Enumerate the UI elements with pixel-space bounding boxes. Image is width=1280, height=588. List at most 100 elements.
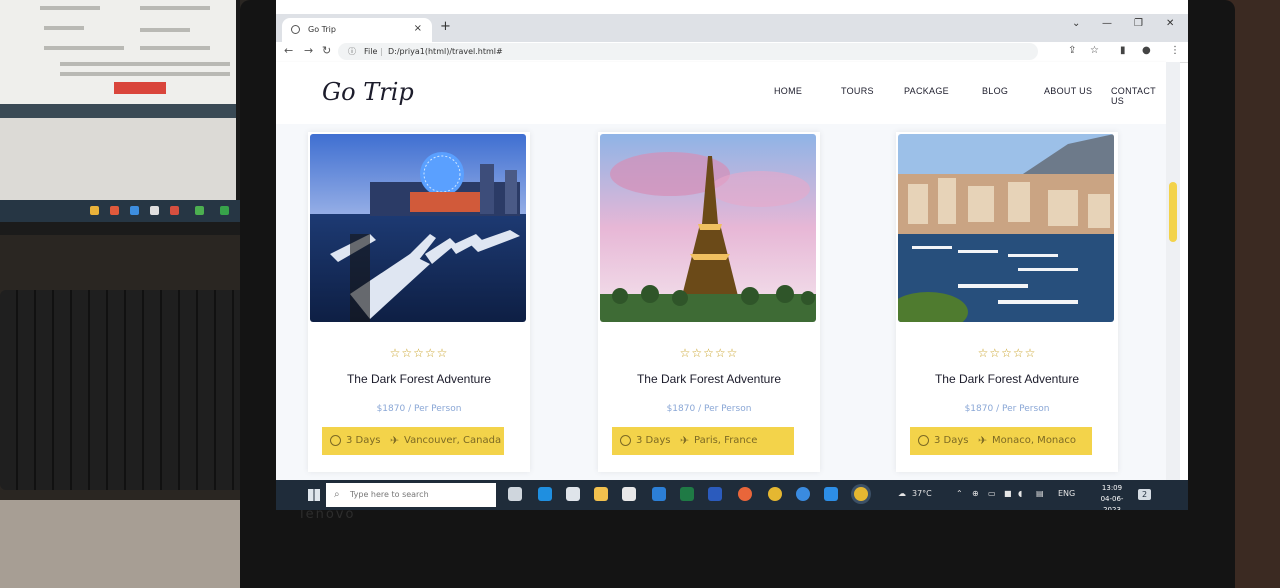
- tour-card-info-bar: 3 Days ✈ Vancouver, Canada: [322, 427, 504, 455]
- background-monitor: [0, 0, 240, 235]
- airplane-icon: ✈: [680, 434, 690, 447]
- edge-browser-icon[interactable]: [538, 487, 552, 501]
- windows-start-icon[interactable]: [308, 489, 320, 501]
- share-icon[interactable]: ⇪: [1068, 45, 1076, 56]
- tour-card-duration: 3 Days: [636, 435, 671, 446]
- store-icon[interactable]: [566, 487, 580, 501]
- profile-avatar-icon[interactable]: ●: [1142, 45, 1151, 56]
- airplane-icon: ✈: [978, 434, 988, 447]
- tour-card-location: Vancouver, Canada: [404, 435, 502, 446]
- weather-icon[interactable]: ☁: [898, 489, 906, 498]
- taskbar-clock[interactable]: 13:09 04-06-2023: [1094, 483, 1130, 510]
- tray-chevron-up-icon[interactable]: ⌃: [956, 489, 963, 498]
- background-taskbar-icon: [130, 206, 139, 215]
- tour-card-title[interactable]: The Dark Forest Adventure: [598, 372, 820, 386]
- nav-tours[interactable]: TOURS: [841, 86, 874, 96]
- rating-stars: ☆☆☆☆☆: [389, 346, 449, 360]
- tour-card[interactable]: ☆☆☆☆☆ The Dark Forest Adventure $1870 / …: [308, 132, 530, 472]
- chrome-active-icon[interactable]: [854, 487, 868, 501]
- globe-icon: [291, 25, 300, 34]
- chrome-icon[interactable]: [768, 487, 782, 501]
- background-text-line: [60, 62, 230, 66]
- minimize-icon[interactable]: —: [1102, 18, 1112, 29]
- side-panel-icon[interactable]: ▮: [1120, 45, 1126, 56]
- background-text-line: [44, 46, 124, 50]
- tour-card-image-vancouver: [310, 134, 526, 322]
- volume-icon[interactable]: ◖: [1018, 489, 1022, 498]
- chevron-down-icon[interactable]: ⌄: [1072, 18, 1080, 29]
- airplane-icon: ✈: [390, 434, 400, 447]
- task-view-icon[interactable]: [508, 487, 522, 501]
- background-text-line: [140, 28, 190, 32]
- taskbar-search-placeholder: Type here to search: [350, 490, 429, 499]
- scrollbar-thumb[interactable]: [1169, 182, 1177, 242]
- word-icon[interactable]: [708, 487, 722, 501]
- tab-close-icon[interactable]: ×: [414, 23, 422, 34]
- url-scheme-label: File: [364, 47, 378, 56]
- background-taskbar-icon: [110, 206, 119, 215]
- keyboard-icon[interactable]: ▤: [1036, 489, 1044, 498]
- back-arrow-icon[interactable]: ←: [284, 44, 293, 57]
- camera-icon[interactable]: ■: [1004, 489, 1012, 498]
- file-explorer-icon[interactable]: [594, 487, 608, 501]
- calendar-icon[interactable]: [622, 487, 636, 501]
- background-text-line: [44, 26, 84, 30]
- restore-icon[interactable]: ❐: [1134, 18, 1143, 29]
- background-taskbar-icon: [220, 206, 229, 215]
- tour-card[interactable]: ☆☆☆☆☆ The Dark Forest Adventure $1870 / …: [896, 132, 1118, 472]
- background-red-button: [114, 82, 166, 94]
- forward-arrow-icon[interactable]: →: [304, 44, 313, 57]
- tour-card-price: $1870 / Per Person: [376, 404, 462, 414]
- page-scrollbar[interactable]: [1166, 62, 1180, 480]
- more-menu-icon[interactable]: ⋮: [1170, 45, 1180, 56]
- address-bar[interactable]: ⓘ File | D:/priya1(html)/travel.html#: [338, 43, 1038, 60]
- background-text-line: [60, 72, 230, 76]
- browser-toolbar: ← → ↻ ⓘ File | D:/priya1(html)/travel.ht…: [276, 42, 1188, 63]
- tour-card-price: $1870 / Per Person: [964, 404, 1050, 414]
- tour-card-image-paris: [600, 134, 816, 322]
- reload-icon[interactable]: ↻: [322, 44, 331, 57]
- info-icon[interactable]: ⓘ: [348, 43, 356, 60]
- background-taskbar-icon: [195, 206, 204, 215]
- input-language[interactable]: ENG: [1058, 489, 1075, 498]
- firefox-icon[interactable]: [738, 487, 752, 501]
- tour-card-info-bar: 3 Days ✈ Monaco, Monaco: [910, 427, 1092, 455]
- background-blank-area: [0, 118, 236, 200]
- background-taskbar: [0, 200, 240, 222]
- nav-contact-us[interactable]: CONTACT US: [1111, 86, 1166, 106]
- bookmark-star-icon[interactable]: ☆: [1090, 45, 1099, 56]
- tour-card-duration: 3 Days: [934, 435, 969, 446]
- background-keyboard: [0, 290, 270, 490]
- nav-package[interactable]: PACKAGE: [904, 86, 949, 96]
- tour-card[interactable]: ☆☆☆☆☆ The Dark Forest Adventure $1870 / …: [598, 132, 820, 472]
- vscode-icon[interactable]: [824, 487, 838, 501]
- new-tab-button[interactable]: +: [440, 19, 451, 34]
- nav-home[interactable]: HOME: [774, 86, 802, 96]
- background-taskbar-icon: [90, 206, 99, 215]
- notification-icon[interactable]: 2: [1138, 489, 1152, 500]
- taskbar-search-box[interactable]: ⌕ Type here to search: [326, 483, 496, 507]
- background-taskbar-icon: [170, 206, 179, 215]
- excel-icon[interactable]: [680, 487, 694, 501]
- site-logo[interactable]: Go Trip: [322, 78, 414, 106]
- nav-about-us[interactable]: ABOUT US: [1044, 86, 1092, 96]
- tour-card-title[interactable]: The Dark Forest Adventure: [896, 372, 1118, 386]
- rating-stars: ☆☆☆☆☆: [977, 346, 1037, 360]
- tour-card-image-monaco: [898, 134, 1114, 322]
- tour-card-info-bar: 3 Days ✈ Paris, France: [612, 427, 794, 455]
- chrome-profile-icon[interactable]: [796, 487, 810, 501]
- clock-icon: [918, 435, 929, 446]
- weather-temperature[interactable]: 37°C: [912, 489, 932, 498]
- window-close-icon[interactable]: ✕: [1166, 18, 1174, 29]
- battery-icon[interactable]: ▭: [988, 489, 996, 498]
- tour-card-duration: 3 Days: [346, 435, 381, 446]
- network-icon[interactable]: ⊕: [972, 489, 979, 498]
- browser-tab[interactable]: Go Trip ×: [282, 18, 432, 42]
- tour-card-title[interactable]: The Dark Forest Adventure: [308, 372, 530, 386]
- background-text-line: [40, 6, 100, 10]
- mail-icon[interactable]: [652, 487, 666, 501]
- rating-stars: ☆☆☆☆☆: [679, 346, 739, 360]
- site-header: Go Trip HOME TOURS PACKAGE BLOG ABOUT US…: [276, 62, 1166, 124]
- nav-blog[interactable]: BLOG: [982, 86, 1008, 96]
- tour-card-location: Paris, France: [694, 435, 758, 446]
